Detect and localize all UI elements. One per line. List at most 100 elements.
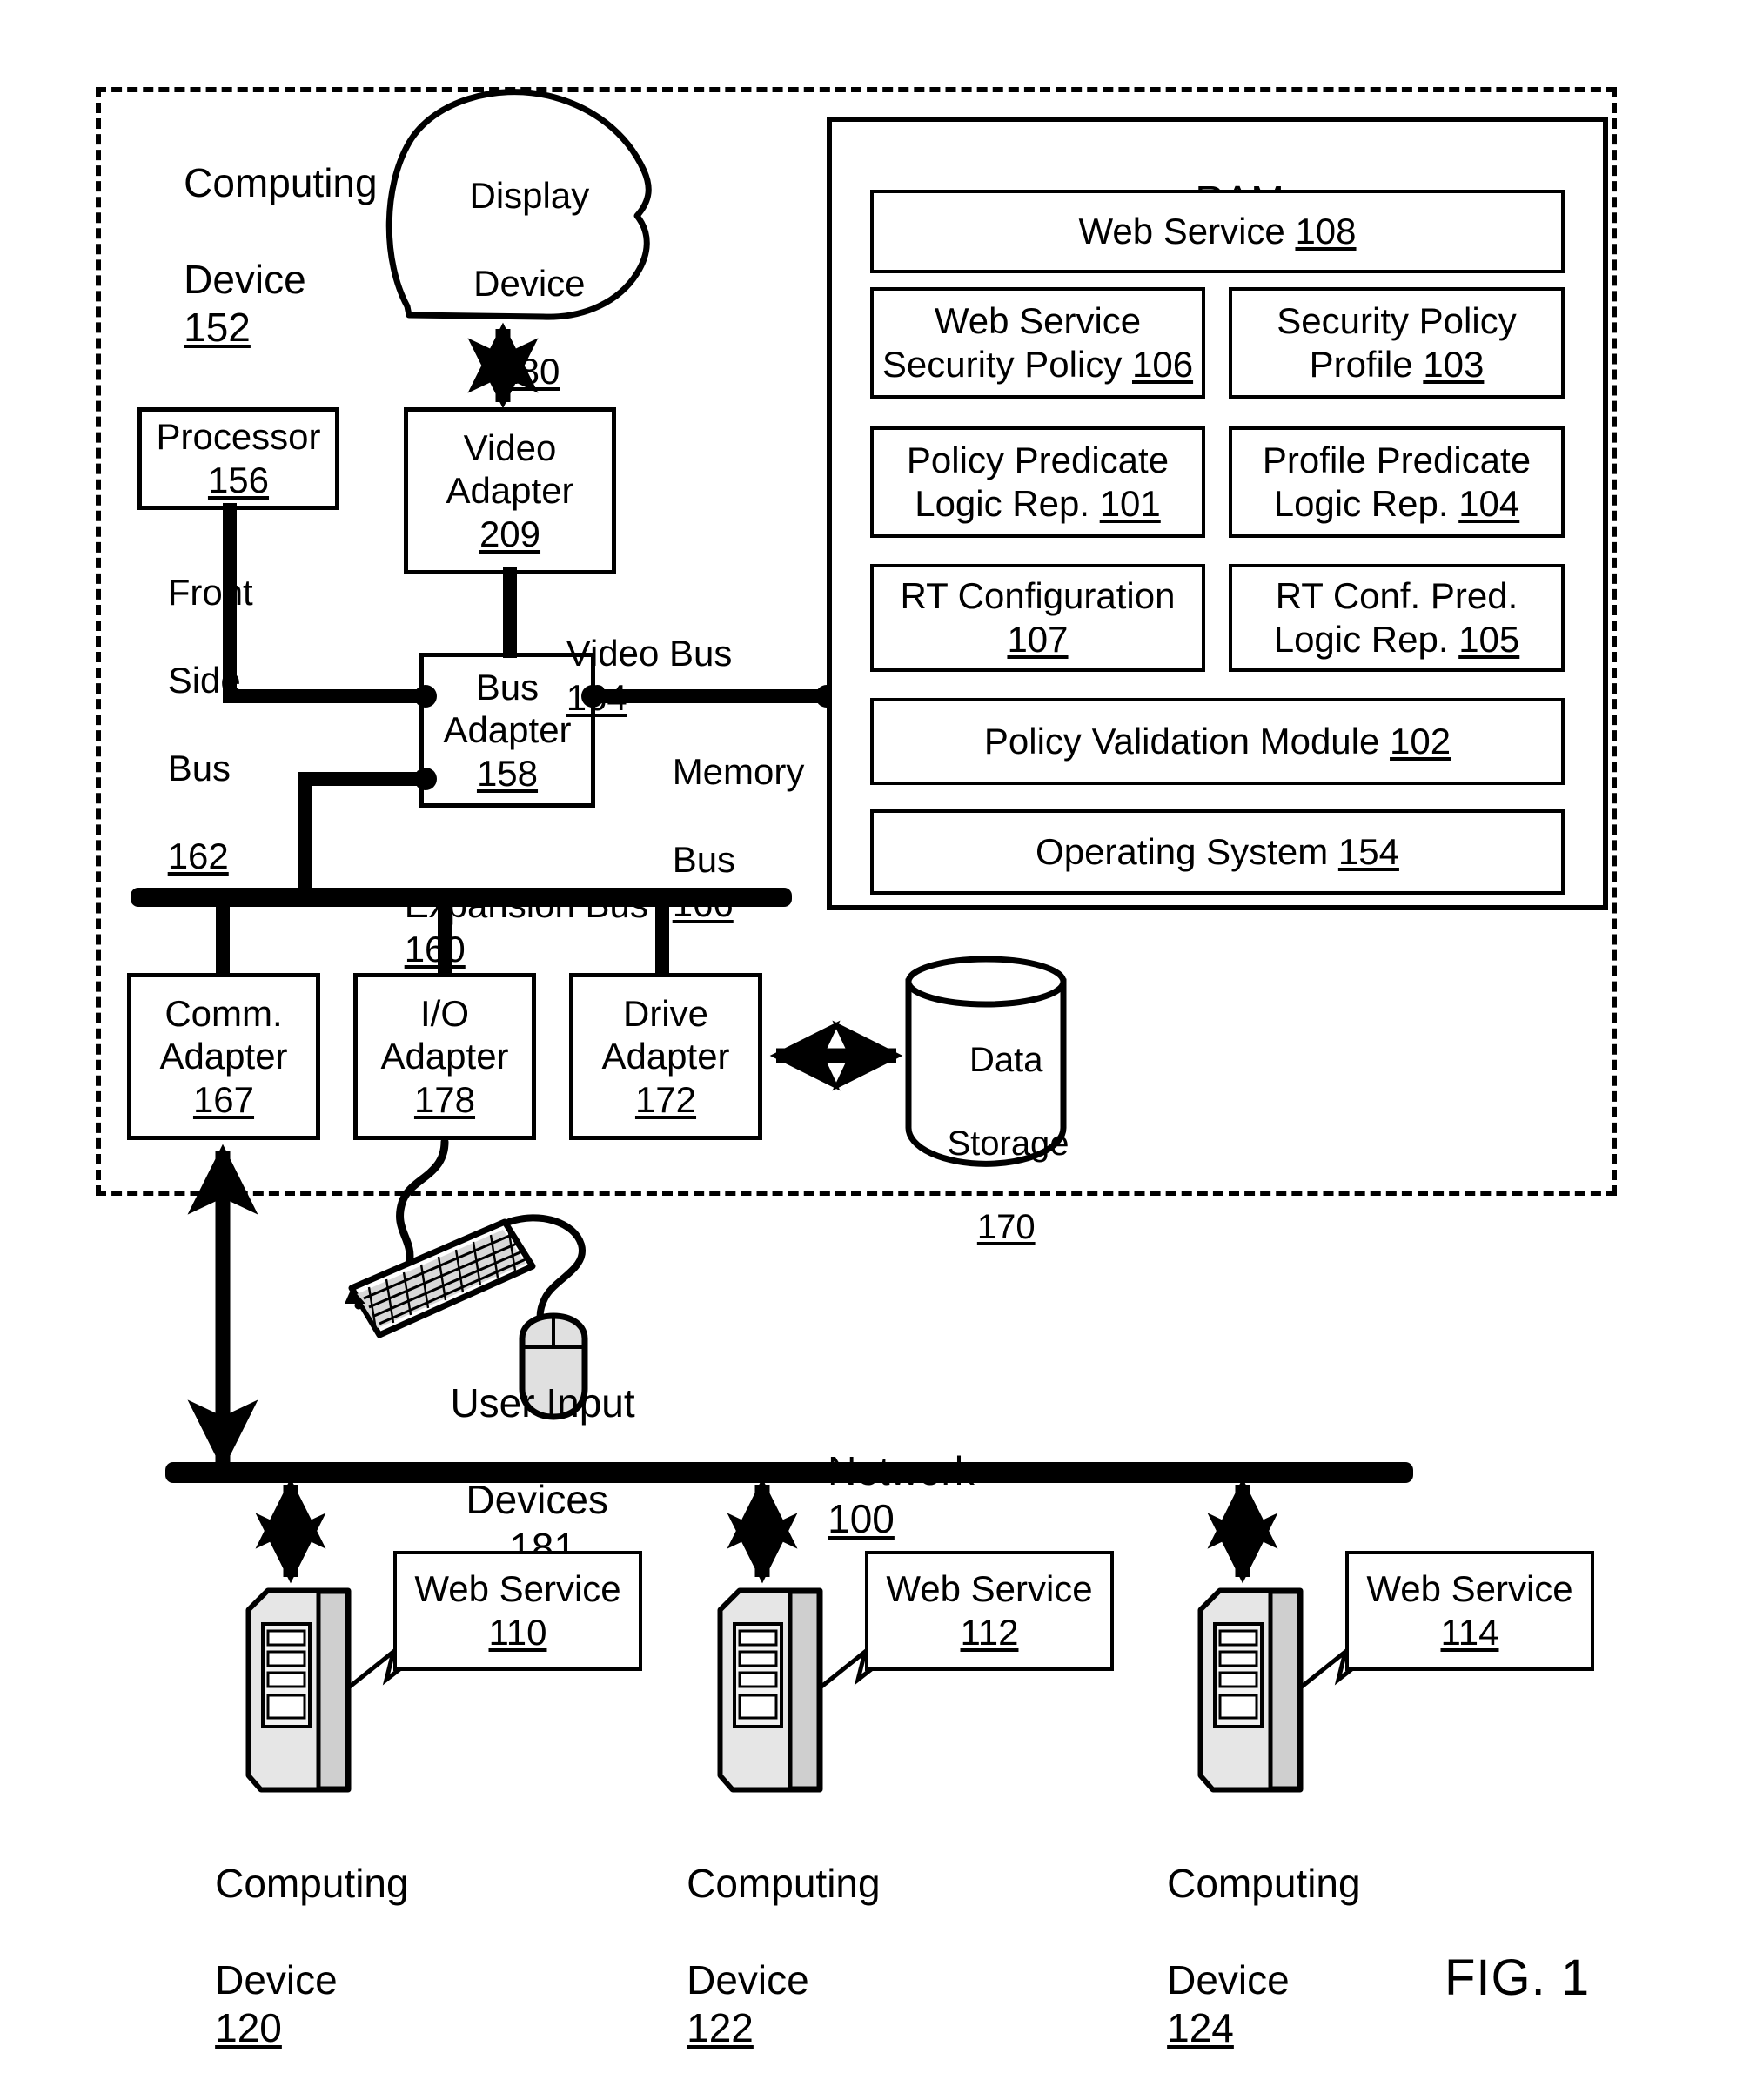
ad0-l2: Adapter bbox=[159, 1036, 288, 1077]
cd2-l2: Device bbox=[1167, 1956, 1290, 2003]
proc-ref: 156 bbox=[207, 460, 270, 500]
mouse-cable bbox=[506, 1214, 587, 1337]
cd2-l1: Computing bbox=[1167, 1861, 1361, 1907]
uid-l2: Devices bbox=[466, 1476, 620, 1522]
figure-caption: FIG. 1 bbox=[1445, 1949, 1591, 2006]
computing-device-120-label: Computing Device 120 bbox=[171, 1812, 449, 2100]
ram-item-operating-system-154: Operating System 154 bbox=[870, 809, 1565, 895]
dd-line1: Display bbox=[469, 175, 590, 217]
ram6-l2: Logic Rep. bbox=[1273, 619, 1449, 660]
processor-label: Processor 156 bbox=[156, 415, 320, 501]
ds-l2: Storage bbox=[947, 1124, 1069, 1163]
net-ref: 100 bbox=[828, 1496, 895, 1542]
ds-ref: 170 bbox=[976, 1208, 1036, 1246]
ram-item-label: Policy Predicate Logic Rep. 101 bbox=[907, 439, 1169, 525]
ram1-ref: 106 bbox=[1132, 344, 1194, 385]
va-ref: 209 bbox=[479, 513, 541, 554]
keyboard-icon bbox=[345, 1218, 536, 1338]
ram3-ref: 101 bbox=[1099, 483, 1161, 524]
ram4-ref: 104 bbox=[1458, 483, 1520, 524]
ram2-l1: Security Policy bbox=[1277, 300, 1517, 342]
comm-adapter-box: Comm. Adapter 167 bbox=[127, 973, 320, 1140]
figure-canvas: Computing Device 152 Display Device 180 … bbox=[0, 0, 1763, 2056]
front-side-bus-label: Front Side Bus 162 bbox=[127, 527, 292, 923]
web-service-114-label: Web Service 114 bbox=[1366, 1567, 1572, 1654]
ad2-ref: 172 bbox=[634, 1078, 697, 1120]
ram1-l2: Security Policy bbox=[882, 344, 1123, 385]
ad2-l1: Drive bbox=[622, 992, 708, 1034]
ram8-ref: 154 bbox=[1337, 831, 1399, 873]
computing-device-124-label: Computing Device 124 bbox=[1123, 1812, 1401, 2100]
fsb-l3: Bus bbox=[167, 747, 231, 788]
comm-adapter-label: Comm. Adapter 167 bbox=[159, 992, 287, 1122]
proc-line1: Processor bbox=[156, 416, 321, 458]
video-adapter-box: Video Adapter 209 bbox=[404, 407, 616, 574]
va-line2: Adapter bbox=[446, 470, 574, 512]
ram-item-label: RT Conf. Pred. Logic Rep. 105 bbox=[1274, 574, 1520, 661]
ws0-label: Web Service bbox=[414, 1568, 621, 1610]
video-bus-line bbox=[503, 567, 517, 658]
dd-line2: Device bbox=[473, 263, 586, 305]
ad1-l2: Adapter bbox=[380, 1036, 509, 1077]
ram-item-rt-configuration-107: RT Configuration 107 bbox=[870, 564, 1205, 672]
web-service-110-label: Web Service 110 bbox=[414, 1567, 620, 1654]
ad2-l2: Adapter bbox=[601, 1036, 730, 1077]
ram3-l1: Policy Predicate bbox=[906, 439, 1170, 481]
ws1-label: Web Service bbox=[886, 1568, 1093, 1610]
dd-ref: 180 bbox=[499, 350, 560, 392]
cd1-l1: Computing bbox=[687, 1861, 881, 1907]
ram-item-label: Profile Predicate Logic Rep. 104 bbox=[1263, 439, 1531, 525]
ram3-l2: Logic Rep. bbox=[915, 483, 1090, 524]
ram2-ref: 103 bbox=[1423, 344, 1485, 385]
cd0-l2: Device bbox=[215, 1956, 338, 2003]
ram5-ref: 107 bbox=[1007, 619, 1069, 660]
ram6-l1: RT Conf. Pred. bbox=[1275, 575, 1518, 617]
ad1-ref: 178 bbox=[413, 1078, 476, 1120]
ws1-ref: 112 bbox=[960, 1612, 1019, 1653]
computing-device-152-title: Computing Device 152 bbox=[139, 111, 426, 399]
ad0-l1: Comm. bbox=[164, 992, 283, 1034]
ram2-l2: Profile bbox=[1309, 344, 1413, 385]
cd0-ref: 120 bbox=[215, 2004, 282, 2050]
ram-item-label: Web Service 108 bbox=[1078, 210, 1356, 253]
ram-item-label: Operating System 154 bbox=[1036, 830, 1399, 874]
ds-l1: Data bbox=[969, 1041, 1043, 1079]
io-adapter-drop-line bbox=[438, 900, 452, 975]
computing-device-122-label: Computing Device 122 bbox=[642, 1812, 921, 2100]
web-service-112-box: Web Service 112 bbox=[865, 1551, 1114, 1671]
va-line1: Video bbox=[463, 426, 557, 468]
ram-item-policy-predicate-logic-rep-101: Policy Predicate Logic Rep. 101 bbox=[870, 426, 1205, 538]
cd1-ref: 122 bbox=[687, 2004, 754, 2050]
ram7-l1: Policy Validation Module bbox=[983, 721, 1380, 762]
ram-item-security-policy-profile-103: Security Policy Profile 103 bbox=[1229, 287, 1565, 399]
ram-item-label: Security Policy Profile 103 bbox=[1277, 299, 1516, 386]
ad1-l1: I/O bbox=[419, 992, 469, 1034]
comm-adapter-drop-line bbox=[216, 900, 230, 975]
network-rod bbox=[165, 1462, 1413, 1483]
ram-item-policy-validation-module-102: Policy Validation Module 102 bbox=[870, 698, 1565, 785]
ram-item-label: Web Service Security Policy 106 bbox=[882, 299, 1193, 386]
drive-adapter-box: Drive Adapter 172 bbox=[569, 973, 762, 1140]
ram0-ref: 108 bbox=[1295, 211, 1357, 252]
ram-item-rt-conf-pred-logic-rep-105: RT Conf. Pred. Logic Rep. 105 bbox=[1229, 564, 1565, 672]
ws2-label: Web Service bbox=[1366, 1568, 1573, 1610]
ram0-l1: Web Service bbox=[1078, 211, 1285, 252]
drive-adapter-label: Drive Adapter 172 bbox=[601, 992, 729, 1122]
fsb-l2: Side bbox=[167, 660, 241, 701]
ws0-ref: 110 bbox=[488, 1612, 547, 1653]
drive-adapter-drop-line bbox=[655, 900, 669, 975]
cd152-ref: 152 bbox=[184, 304, 251, 350]
cd1-l2: Device bbox=[687, 1956, 809, 2003]
cd152-line2: Device bbox=[184, 256, 306, 302]
ram8-l1: Operating System bbox=[1036, 831, 1338, 873]
ram6-ref: 105 bbox=[1458, 619, 1520, 660]
vb-label: Video Bus bbox=[566, 633, 733, 674]
ram-item-profile-predicate-logic-rep-104: Profile Predicate Logic Rep. 104 bbox=[1229, 426, 1565, 538]
video-adapter-label: Video Adapter 209 bbox=[446, 426, 573, 556]
web-service-112-label: Web Service 112 bbox=[886, 1567, 1092, 1654]
fsb-l1: Front bbox=[167, 572, 253, 614]
uid-l1: User Input bbox=[450, 1380, 635, 1426]
ram-item-label: Policy Validation Module 102 bbox=[984, 720, 1451, 763]
expansion-bus-stub-horizontal bbox=[298, 772, 426, 786]
ram-item-web-service-108: Web Service 108 bbox=[870, 190, 1565, 273]
